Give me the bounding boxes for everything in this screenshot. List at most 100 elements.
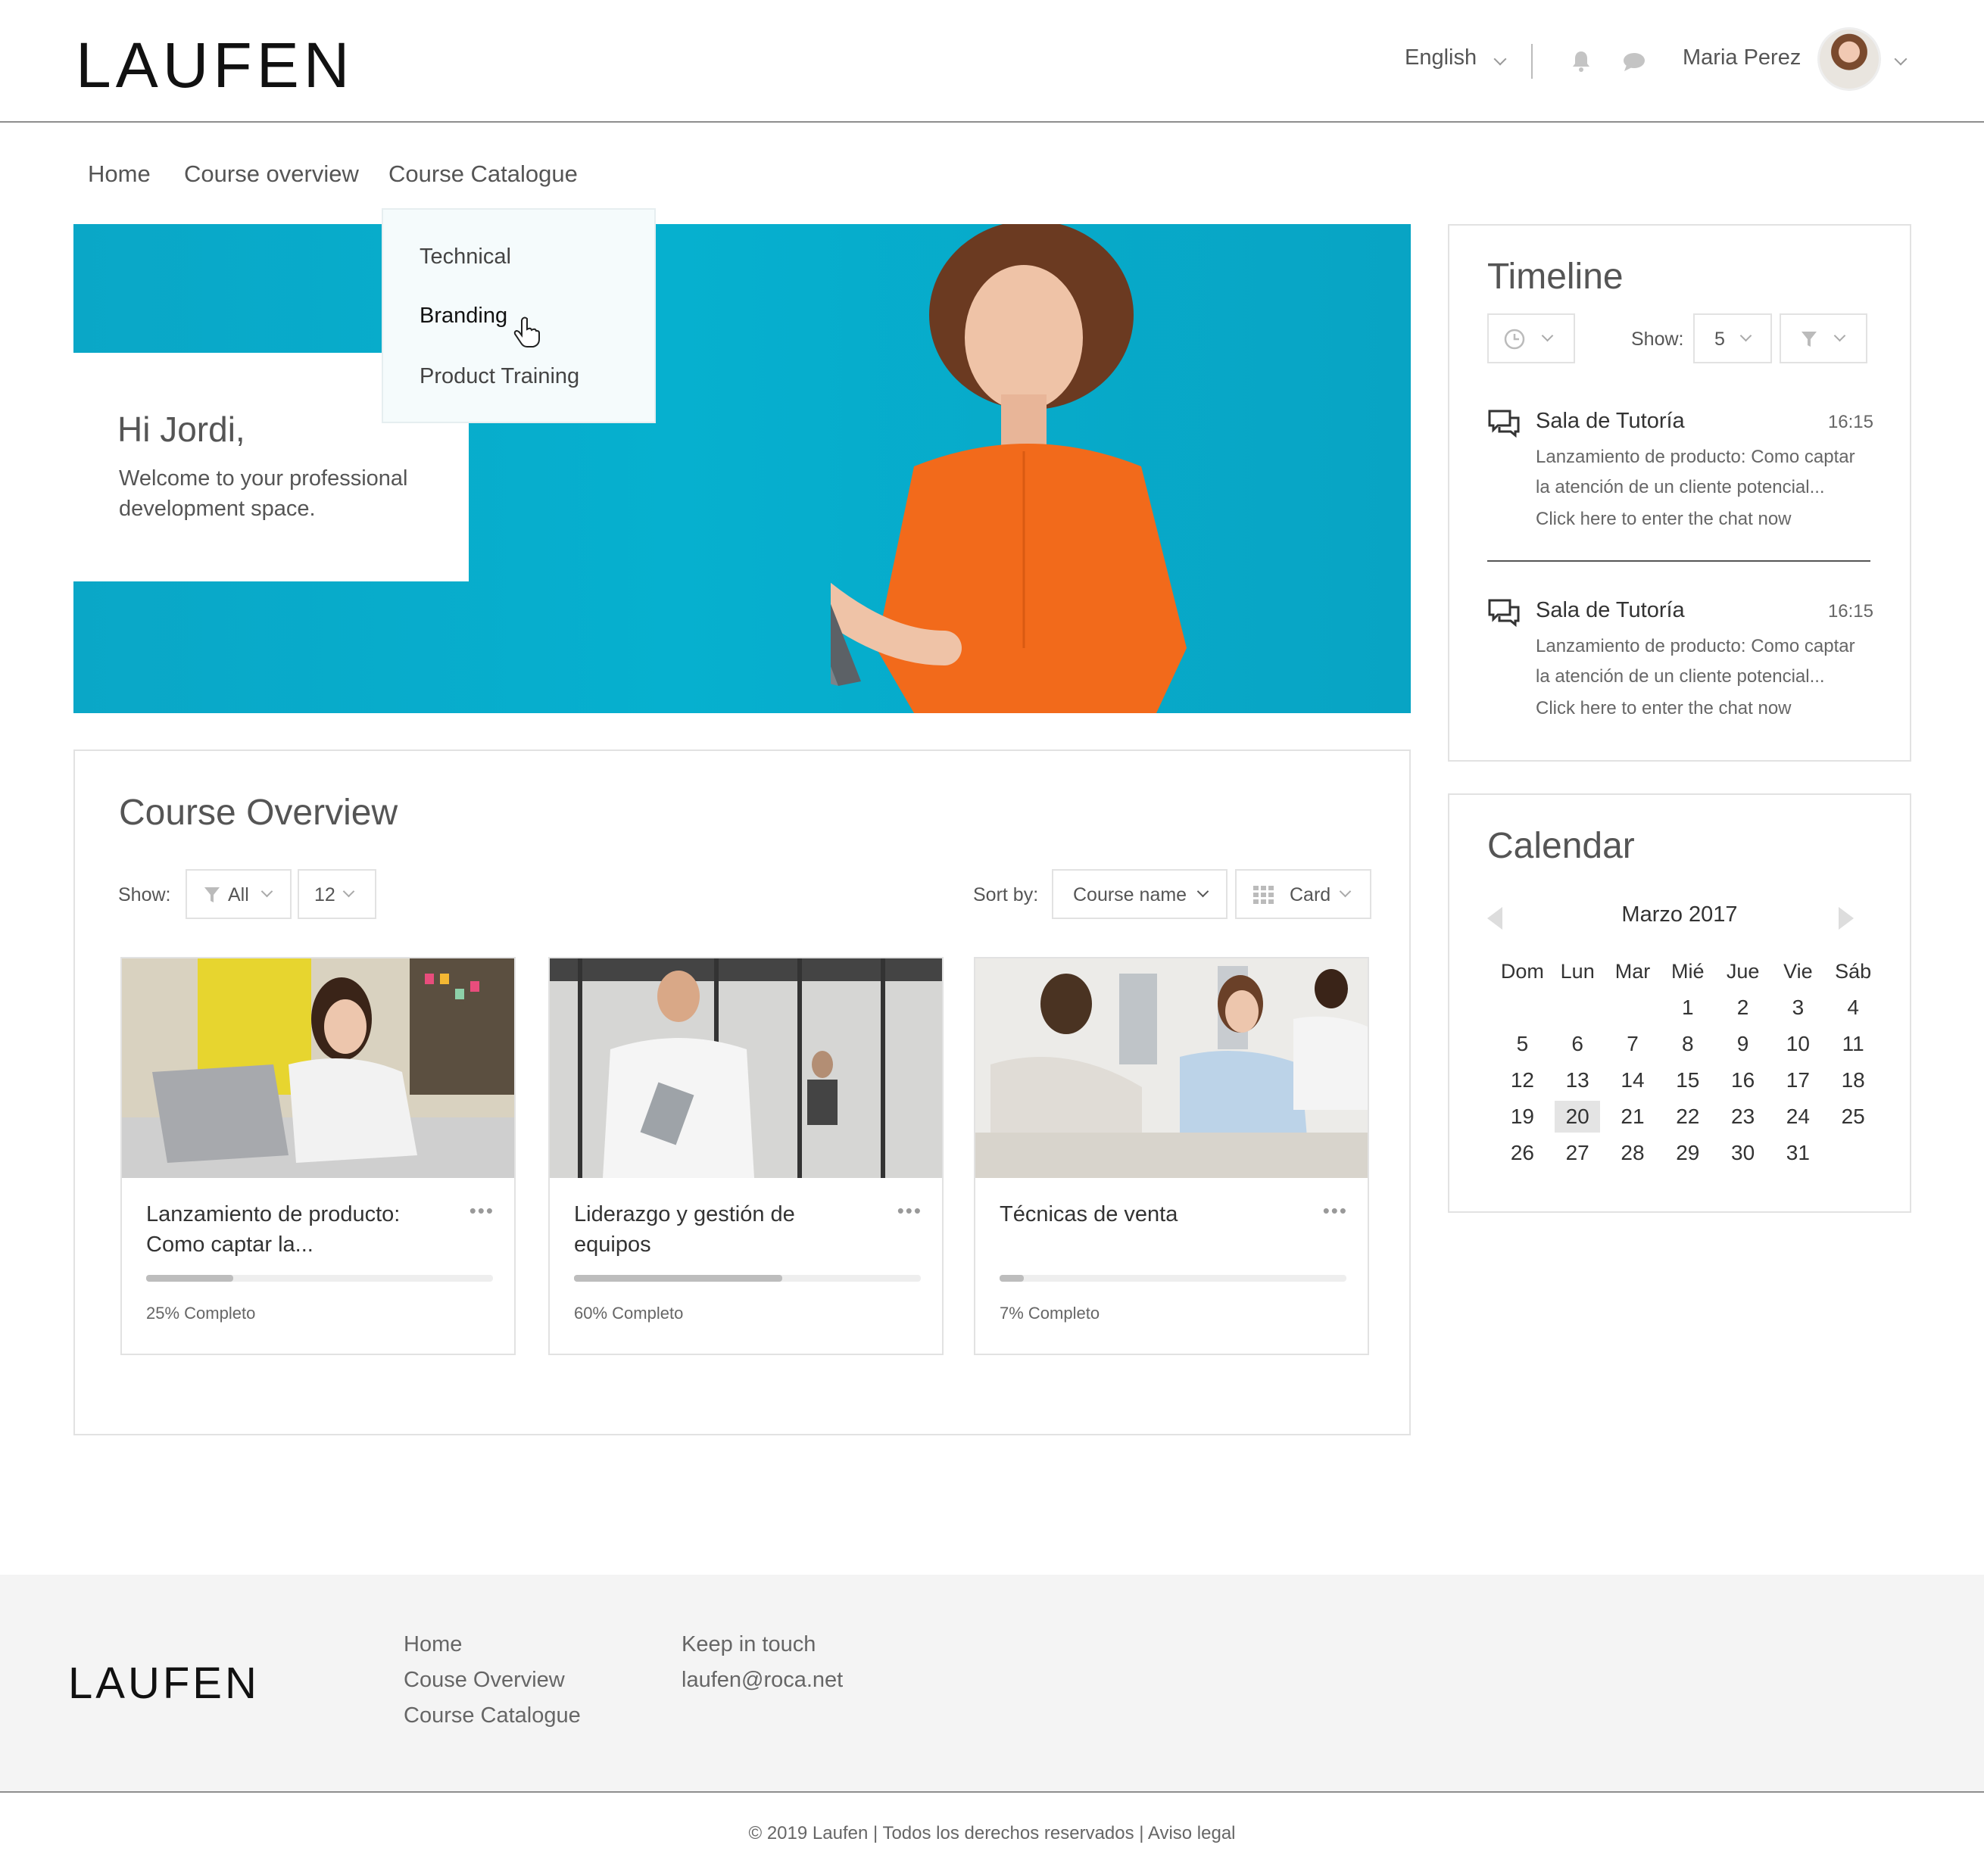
calendar-day-label: 7 (1627, 1032, 1639, 1055)
calendar-day[interactable]: 30 (1715, 1137, 1770, 1173)
course-title[interactable]: Técnicas de venta (1000, 1199, 1302, 1229)
calendar-weekday-row: Dom Lun Mar Mié Jue Vie Sáb (1495, 955, 1881, 992)
course-overview-panel: Course Overview Show: All 12 Sort by: Co… (73, 749, 1411, 1435)
calendar-day[interactable]: 17 (1770, 1064, 1826, 1101)
progress-bar (146, 1275, 493, 1282)
calendar-day-label: 27 (1565, 1141, 1589, 1164)
calendar-day[interactable]: 23 (1715, 1101, 1770, 1137)
calendar-day[interactable]: 14 (1605, 1064, 1661, 1101)
course-image (122, 958, 514, 1178)
calendar-weekday: Dom (1500, 960, 1544, 983)
calendar-day[interactable]: 13 (1550, 1064, 1605, 1101)
calendar-day[interactable]: 25 (1826, 1101, 1881, 1137)
calendar-day-label: 18 (1841, 1068, 1865, 1092)
footer-link-course-catalogue[interactable]: Course Catalogue (404, 1703, 581, 1728)
course-card[interactable]: Liderazgo y gestión de equipos ••• 60% C… (548, 957, 944, 1355)
calendar-day[interactable]: 28 (1605, 1137, 1661, 1173)
bell-icon[interactable] (1571, 50, 1592, 76)
chevron-down-icon (260, 885, 273, 898)
user-name[interactable]: Maria Perez (1683, 45, 1801, 70)
count-select[interactable]: 12 (298, 869, 376, 919)
calendar-day[interactable]: 18 (1826, 1064, 1881, 1101)
nav-course-overview[interactable]: Course overview (184, 160, 359, 188)
calendar-day[interactable]: 24 (1770, 1101, 1826, 1137)
calendar-weekday: Vie (1783, 960, 1813, 983)
language-selector[interactable]: English (1405, 45, 1477, 70)
calendar-day[interactable]: 29 (1660, 1137, 1715, 1173)
course-title[interactable]: Liderazgo y gestión de equipos (574, 1199, 877, 1260)
greeting: Hi Jordi, (117, 410, 245, 449)
calendar-day[interactable]: 7 (1605, 1028, 1661, 1064)
footer-link-home[interactable]: Home (404, 1632, 462, 1657)
calendar-day[interactable]: 8 (1660, 1028, 1715, 1064)
timeline-filter-select[interactable] (1780, 313, 1867, 363)
calendar-day[interactable]: 27 (1550, 1137, 1605, 1173)
calendar-day[interactable]: 22 (1660, 1101, 1715, 1137)
calendar-day-label: 6 (1571, 1032, 1583, 1055)
view-select[interactable]: Card (1235, 869, 1371, 919)
calendar-day-label: 26 (1510, 1141, 1534, 1164)
calendar-day[interactable]: 5 (1495, 1028, 1550, 1064)
more-icon[interactable]: ••• (1323, 1199, 1348, 1223)
calendar-day[interactable]: 11 (1826, 1028, 1881, 1064)
calendar-day[interactable]: 1 (1660, 992, 1715, 1028)
chat-bubbles-icon (1488, 599, 1520, 627)
timeline-item-time: 16:15 (1827, 412, 1873, 432)
dropdown-item-technical[interactable]: Technical (420, 245, 511, 270)
course-card[interactable]: Lanzamiento de producto: Como captar la.… (120, 957, 516, 1355)
more-icon[interactable]: ••• (897, 1199, 922, 1223)
dropdown-item-product-training[interactable]: Product Training (420, 364, 579, 389)
nav-course-catalogue[interactable]: Course Catalogue (388, 160, 578, 188)
calendar-day-label: 31 (1786, 1141, 1810, 1164)
progress-fill (574, 1275, 782, 1282)
calendar-day[interactable]: 21 (1605, 1101, 1661, 1137)
chevron-down-icon[interactable] (1493, 52, 1507, 66)
calendar-week-row: 1 2 3 4 (1495, 992, 1881, 1028)
progress-fill (1000, 1275, 1025, 1282)
calendar-day[interactable]: 20 (1550, 1101, 1605, 1137)
chat-icon[interactable] (1622, 51, 1646, 76)
timeline-panel: Timeline Show: 5 Sala de Tutoría 16:15 L… (1448, 224, 1911, 762)
calendar-day[interactable]: 6 (1550, 1028, 1605, 1064)
course-card[interactable]: Técnicas de venta ••• 7% Completo (974, 957, 1369, 1355)
timeline-item-link[interactable]: Click here to enter the chat now (1536, 509, 1792, 530)
calendar-day[interactable]: 26 (1495, 1137, 1550, 1173)
calendar-day[interactable]: 19 (1495, 1101, 1550, 1137)
sort-select[interactable]: Course name (1052, 869, 1228, 919)
dropdown-item-branding[interactable]: Branding (420, 304, 507, 329)
time-filter-select[interactable] (1487, 313, 1575, 363)
footer-link-course-overview[interactable]: Couse Overview (404, 1668, 565, 1693)
laufen-logo[interactable]: LAUFEN (76, 29, 354, 102)
nav-home[interactable]: Home (88, 160, 151, 188)
timeline-item-desc: Lanzamiento de producto: Como captar la … (1536, 636, 1855, 687)
calendar-day-label: 1 (1682, 996, 1694, 1019)
chevron-down-icon[interactable] (1894, 52, 1908, 66)
footer-logo[interactable]: LAUFEN (68, 1658, 260, 1709)
calendar-day[interactable]: 16 (1715, 1064, 1770, 1101)
footer-email-link[interactable]: laufen@roca.net (682, 1668, 843, 1693)
calendar-day[interactable]: 31 (1770, 1137, 1826, 1173)
calendar-day[interactable]: 12 (1495, 1064, 1550, 1101)
calendar-grid: Dom Lun Mar Mié Jue Vie Sáb 1 2 3 4 5 6 7 8 9 10 11 12 13 14… (1495, 955, 1881, 1173)
calendar-week-row: 5 6 7 8 9 10 11 (1495, 1028, 1881, 1064)
next-month-arrow-icon[interactable] (1839, 907, 1854, 930)
timeline-item-link[interactable]: Click here to enter the chat now (1536, 698, 1792, 719)
calendar-day[interactable]: 9 (1715, 1028, 1770, 1064)
calendar-day[interactable]: 15 (1660, 1064, 1715, 1101)
more-icon[interactable]: ••• (469, 1199, 494, 1223)
filter-select[interactable]: All (186, 869, 292, 919)
calendar-day-label: 28 (1621, 1141, 1645, 1164)
calendar-day[interactable]: 4 (1826, 992, 1881, 1028)
calendar-day[interactable]: 10 (1770, 1028, 1826, 1064)
calendar-day[interactable]: 2 (1715, 992, 1770, 1028)
calendar-day-label: 25 (1841, 1105, 1865, 1128)
calendar-day-label: 8 (1682, 1032, 1694, 1055)
sort-label: Sort by: (973, 884, 1039, 905)
course-title[interactable]: Lanzamiento de producto: Como captar la.… (146, 1199, 449, 1260)
timeline-count-select[interactable]: 5 (1693, 313, 1772, 363)
user-avatar[interactable] (1817, 27, 1881, 91)
calendar-day[interactable]: 3 (1770, 992, 1826, 1028)
grid-icon (1253, 886, 1274, 904)
header-divider (1531, 44, 1533, 79)
filter-icon (1802, 332, 1817, 347)
